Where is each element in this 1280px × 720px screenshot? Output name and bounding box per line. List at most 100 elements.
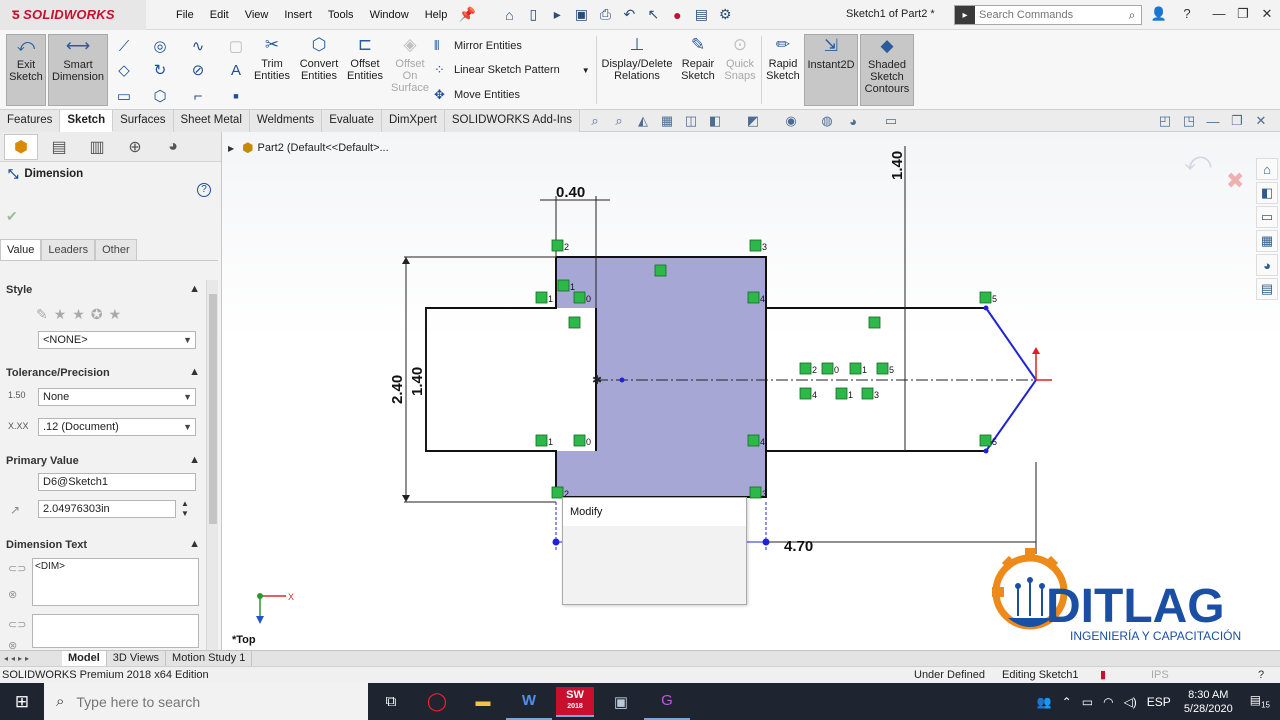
- status-help-icon[interactable]: ?: [1258, 667, 1264, 683]
- minimize-window-icon[interactable]: —: [1208, 6, 1230, 21]
- zoom-to-fit-icon[interactable]: ⌕: [586, 112, 604, 130]
- relation-marker[interactable]: 4: [747, 434, 765, 447]
- opera-browser-icon[interactable]: ◯: [414, 683, 460, 720]
- relation-marker[interactable]: 5: [876, 362, 894, 375]
- relation-marker[interactable]: 5: [979, 291, 997, 304]
- sketch-fillet-icon[interactable]: ⌐: [188, 86, 208, 106]
- confirmation-corner-cancel-icon[interactable]: ✖: [1226, 168, 1244, 194]
- slot-tool-icon[interactable]: ▭: [114, 86, 134, 106]
- view-palette-icon[interactable]: ▦: [1256, 230, 1278, 252]
- display-style-icon[interactable]: ◩: [744, 112, 762, 130]
- windows-start-icon[interactable]: ⊞: [0, 683, 44, 720]
- units-text[interactable]: IPS: [1151, 667, 1169, 683]
- tile-view-icon[interactable]: ◰: [1156, 112, 1174, 130]
- relation-marker[interactable]: 1: [535, 434, 553, 447]
- rapid-sketch-button[interactable]: ✏ Rapid Sketch: [764, 34, 802, 106]
- tab-surfaces[interactable]: Surfaces: [113, 110, 174, 132]
- feature-manager-tab-icon[interactable]: ⬢: [4, 133, 38, 160]
- search-commands-box[interactable]: ▸ ⌕: [954, 5, 1142, 25]
- relation-marker[interactable]: 0: [821, 362, 839, 375]
- display-manager-tab-icon[interactable]: ◕: [156, 134, 190, 160]
- spline-tool-icon[interactable]: ∿: [188, 36, 208, 56]
- task-view-icon[interactable]: ⧉: [368, 683, 414, 720]
- search-icon[interactable]: ⌕: [1123, 8, 1141, 23]
- sketch-point[interactable]: [983, 305, 989, 311]
- menu-window[interactable]: Window: [362, 9, 417, 21]
- section-view-icon[interactable]: ▦: [658, 112, 676, 130]
- tab-model[interactable]: Model: [62, 651, 107, 666]
- tab-dimxpert[interactable]: DimXpert: [381, 110, 445, 132]
- tab-weldments[interactable]: Weldments: [249, 110, 323, 132]
- volume-icon[interactable]: ◁): [1124, 695, 1137, 709]
- design-library-icon[interactable]: ◧: [1256, 182, 1278, 204]
- relation-marker[interactable]: 2: [551, 239, 569, 252]
- pm-scrollbar[interactable]: [206, 280, 218, 650]
- exit-sketch-button[interactable]: ⤺ Exit Sketch: [6, 34, 46, 106]
- midpoint[interactable]: [619, 377, 625, 383]
- pictures-app-icon[interactable]: ▣: [598, 683, 644, 720]
- undo-icon[interactable]: ↶: [618, 4, 640, 26]
- relation-marker[interactable]: 1: [849, 362, 867, 375]
- taskbar-search-input[interactable]: [76, 693, 337, 710]
- tab-3d-views[interactable]: 3D Views: [107, 651, 167, 666]
- minimize-doc-icon[interactable]: —: [1204, 112, 1222, 130]
- collapse-chevron-icon[interactable]: ▲: [189, 283, 200, 295]
- horizontal-relation-marker[interactable]: [868, 316, 881, 329]
- value-spinner-icon[interactable]: ▲ ▼: [181, 499, 189, 519]
- edit-appearance-icon[interactable]: ◍: [818, 112, 836, 130]
- tab-scroll-arrows-icon[interactable]: ◂◂▸▸: [0, 651, 62, 666]
- open-folder-icon[interactable]: ▸: [546, 4, 568, 26]
- shaded-sketch-contours-button[interactable]: ◆ Shaded Sketch Contours: [860, 34, 914, 106]
- smart-dimension-button[interactable]: ⟷ Smart Dimension: [48, 34, 108, 106]
- help-question-icon[interactable]: ?: [1176, 6, 1198, 21]
- appearances-icon[interactable]: ◕: [1256, 254, 1278, 276]
- relation-marker[interactable]: 3: [749, 486, 767, 499]
- menu-file[interactable]: File: [168, 9, 202, 21]
- options-gear-icon[interactable]: ⚙: [714, 4, 736, 26]
- custom-properties-icon[interactable]: ▤: [1256, 278, 1278, 300]
- ellipse-tool-icon[interactable]: ⊘: [188, 60, 208, 80]
- relation-marker[interactable]: 0: [573, 434, 591, 447]
- shaded-contour-region[interactable]: [556, 257, 766, 497]
- polygon-tool-icon[interactable]: ⬡: [150, 86, 170, 106]
- notifications-icon[interactable]: ▤15: [1250, 693, 1270, 709]
- close-doc-icon[interactable]: ✕: [1252, 112, 1270, 130]
- display-delete-relations-button[interactable]: ⊥ Display/Delete Relations: [600, 34, 674, 106]
- relation-marker[interactable]: 5: [979, 434, 997, 447]
- menu-view[interactable]: View: [237, 9, 277, 21]
- circle-tool-icon[interactable]: ◎: [150, 36, 170, 56]
- collapse-chevron-icon[interactable]: ▲: [189, 454, 200, 466]
- collapse-chevron-icon[interactable]: ▲: [189, 538, 200, 550]
- precision-select[interactable]: .12 (Document) ▼: [38, 418, 196, 436]
- primary-value-group-header[interactable]: Primary Value ▲: [6, 454, 202, 471]
- horizontal-relation-marker[interactable]: [654, 264, 667, 277]
- configuration-manager-tab-icon[interactable]: ▥: [80, 134, 114, 160]
- dimension-name-field[interactable]: D6@Sketch1: [38, 473, 196, 491]
- modify-dialog[interactable]: Modify: [562, 497, 747, 605]
- restore-window-icon[interactable]: ❐: [1232, 6, 1254, 22]
- dim-handle[interactable]: [552, 538, 560, 546]
- home-icon[interactable]: ⌂: [498, 4, 520, 26]
- battery-icon[interactable]: ▭: [1082, 695, 1093, 709]
- menu-tools[interactable]: Tools: [320, 9, 362, 21]
- text-below-icon[interactable]: ⊂⊃: [8, 618, 26, 631]
- offset-entities-button[interactable]: ⊏ Offset Entities: [344, 34, 386, 106]
- relation-marker[interactable]: 2: [799, 362, 817, 375]
- wifi-icon[interactable]: ◠: [1103, 695, 1113, 709]
- tolerance-select[interactable]: None ▼: [38, 388, 196, 406]
- confirmation-corner-exit-icon[interactable]: ⤺: [1184, 146, 1212, 178]
- dimension-4-70-text[interactable]: 4.70: [784, 538, 813, 555]
- close-window-icon[interactable]: ✕: [1256, 6, 1278, 22]
- style-select[interactable]: <NONE> ▼: [38, 331, 196, 349]
- dimension-0-40-text[interactable]: 0.40: [556, 184, 585, 201]
- dimension-text-group-header[interactable]: Dimension Text ▲: [6, 538, 202, 555]
- dimension-value-field[interactable]: 2.04976303in: [38, 500, 176, 518]
- tab-sheet-metal[interactable]: Sheet Metal: [173, 110, 250, 132]
- relation-marker[interactable]: 3: [749, 239, 767, 252]
- property-manager-tab-icon[interactable]: ▤: [42, 134, 76, 160]
- linear-sketch-pattern-button[interactable]: ⁘ Linear Sketch Pattern ▼: [434, 60, 590, 80]
- subtab-other[interactable]: Other: [95, 239, 137, 260]
- mirror-entities-button[interactable]: ⫴ Mirror Entities: [434, 36, 522, 56]
- print-icon[interactable]: ⎙: [594, 4, 616, 26]
- dimension-text-area-lower[interactable]: [32, 614, 199, 648]
